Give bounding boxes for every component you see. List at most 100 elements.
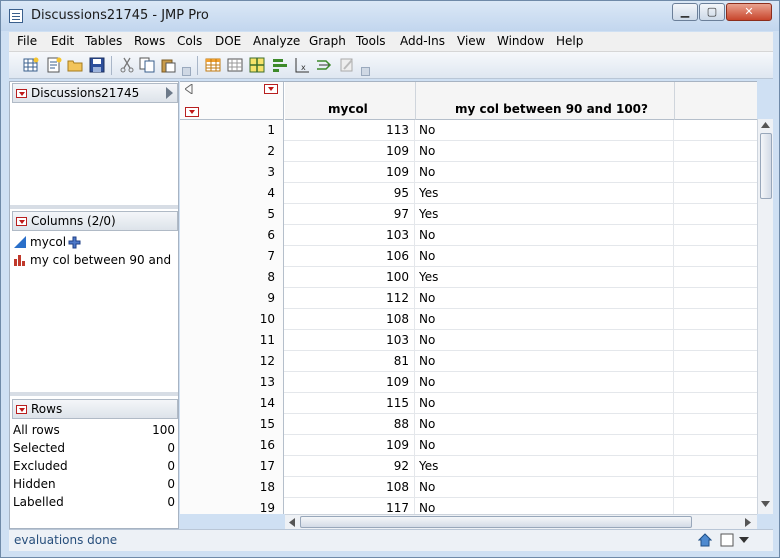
cell-between[interactable]: No bbox=[416, 141, 674, 162]
menu-rows[interactable]: Rows bbox=[134, 34, 165, 48]
table-row[interactable]: 12 81 No bbox=[180, 351, 757, 372]
cell-between[interactable]: No bbox=[416, 372, 674, 393]
column-header-empty[interactable] bbox=[675, 82, 757, 120]
row-number[interactable]: 12 bbox=[180, 351, 284, 372]
rows-menu-icon[interactable] bbox=[185, 107, 199, 117]
cell-between[interactable]: No bbox=[416, 288, 674, 309]
menu-help[interactable]: Help bbox=[556, 34, 583, 48]
cell-between[interactable]: Yes bbox=[416, 267, 674, 288]
row-number[interactable]: 3 bbox=[180, 162, 284, 183]
cell-mycol[interactable]: 108 bbox=[285, 309, 415, 330]
cell-between[interactable]: No bbox=[416, 351, 674, 372]
row-number[interactable]: 1 bbox=[180, 120, 284, 141]
column-header-between[interactable]: my col between 90 and 100? bbox=[416, 82, 675, 120]
cell-mycol[interactable]: 106 bbox=[285, 246, 415, 267]
row-number[interactable]: 4 bbox=[180, 183, 284, 204]
red-triangle-menu-icon[interactable] bbox=[16, 217, 27, 226]
row-number[interactable]: 14 bbox=[180, 393, 284, 414]
menu-window[interactable]: Window bbox=[497, 34, 544, 48]
menu-add-ins[interactable]: Add-Ins bbox=[400, 34, 445, 48]
cell-between[interactable]: No bbox=[416, 498, 674, 514]
column-item-mycol[interactable]: mycol bbox=[14, 234, 174, 251]
cell-between[interactable]: Yes bbox=[416, 183, 674, 204]
open-icon[interactable] bbox=[67, 57, 83, 73]
toolbar-grip[interactable] bbox=[182, 67, 191, 76]
table-row[interactable]: 2 109 No bbox=[180, 141, 757, 162]
table-panel-header[interactable]: Discussions21745 bbox=[12, 83, 178, 103]
column-item-between[interactable]: my col between 90 and 1 bbox=[14, 252, 174, 269]
table-row[interactable]: 19 117 No bbox=[180, 498, 757, 514]
table-row[interactable]: 15 88 No bbox=[180, 414, 757, 435]
cell-between[interactable]: No bbox=[416, 330, 674, 351]
table-row[interactable]: 9 112 No bbox=[180, 288, 757, 309]
cell-mycol[interactable]: 92 bbox=[285, 456, 415, 477]
cell-mycol[interactable]: 95 bbox=[285, 183, 415, 204]
horizontal-scroll-thumb[interactable] bbox=[300, 516, 692, 528]
window-list-icon[interactable] bbox=[720, 533, 734, 547]
cell-mycol[interactable]: 88 bbox=[285, 414, 415, 435]
row-number[interactable]: 13 bbox=[180, 372, 284, 393]
row-number[interactable]: 5 bbox=[180, 204, 284, 225]
cell-mycol[interactable]: 112 bbox=[285, 288, 415, 309]
cell-between[interactable]: Yes bbox=[416, 204, 674, 225]
new-table-icon[interactable] bbox=[23, 57, 39, 73]
vertical-scrollbar[interactable] bbox=[757, 119, 773, 514]
chevron-down-icon[interactable] bbox=[739, 537, 749, 543]
table-row[interactable]: 8 100 Yes bbox=[180, 267, 757, 288]
copy-icon[interactable] bbox=[139, 57, 155, 73]
rows-panel-header[interactable]: Rows bbox=[12, 399, 178, 419]
cell-between[interactable]: No bbox=[416, 162, 674, 183]
minimize-button[interactable]: ▁ bbox=[672, 3, 698, 21]
row-number[interactable]: 8 bbox=[180, 267, 284, 288]
column-header-mycol[interactable]: mycol bbox=[285, 82, 416, 120]
rows-stat-all[interactable]: All rows 100 bbox=[13, 422, 175, 440]
table-row[interactable]: 7 106 No bbox=[180, 246, 757, 267]
row-number[interactable]: 7 bbox=[180, 246, 284, 267]
row-number[interactable]: 16 bbox=[180, 435, 284, 456]
red-triangle-menu-icon[interactable] bbox=[16, 89, 27, 98]
cell-between[interactable]: No bbox=[416, 393, 674, 414]
table-row[interactable]: 3 109 No bbox=[180, 162, 757, 183]
menu-file[interactable]: File bbox=[17, 34, 37, 48]
collapse-panel-icon[interactable] bbox=[166, 87, 173, 99]
cell-between[interactable]: No bbox=[416, 225, 674, 246]
cell-mycol[interactable]: 113 bbox=[285, 120, 415, 141]
row-number[interactable]: 10 bbox=[180, 309, 284, 330]
table-row[interactable]: 13 109 No bbox=[180, 372, 757, 393]
cell-mycol[interactable]: 109 bbox=[285, 372, 415, 393]
cell-mycol[interactable]: 97 bbox=[285, 204, 415, 225]
cell-mycol[interactable]: 103 bbox=[285, 225, 415, 246]
maximize-button[interactable]: ▢ bbox=[699, 3, 725, 21]
cell-mycol[interactable]: 109 bbox=[285, 435, 415, 456]
menu-tables[interactable]: Tables bbox=[85, 34, 122, 48]
table-row[interactable]: 5 97 Yes bbox=[180, 204, 757, 225]
row-number[interactable]: 2 bbox=[180, 141, 284, 162]
row-number[interactable]: 6 bbox=[180, 225, 284, 246]
table-row[interactable]: 10 108 No bbox=[180, 309, 757, 330]
cell-between[interactable]: No bbox=[416, 309, 674, 330]
cell-between[interactable]: No bbox=[416, 120, 674, 141]
vertical-scroll-thumb[interactable] bbox=[760, 133, 772, 199]
cut-icon[interactable] bbox=[119, 57, 135, 73]
rows-stat-hidden[interactable]: Hidden 0 bbox=[13, 476, 175, 494]
save-icon[interactable] bbox=[89, 57, 105, 73]
cell-mycol[interactable]: 109 bbox=[285, 141, 415, 162]
table-row[interactable]: 6 103 No bbox=[180, 225, 757, 246]
cell-between[interactable]: No bbox=[416, 246, 674, 267]
menu-tools[interactable]: Tools bbox=[356, 34, 386, 48]
new-script-icon[interactable] bbox=[46, 57, 62, 73]
menu-edit[interactable]: Edit bbox=[51, 34, 74, 48]
data-table-icon[interactable] bbox=[205, 57, 221, 73]
close-button[interactable]: ✕ bbox=[726, 3, 772, 21]
scroll-right-icon[interactable] bbox=[745, 518, 751, 527]
row-number[interactable]: 15 bbox=[180, 414, 284, 435]
rows-stat-labelled[interactable]: Labelled 0 bbox=[13, 494, 175, 512]
table-row[interactable]: 11 103 No bbox=[180, 330, 757, 351]
scroll-left-icon[interactable] bbox=[289, 518, 295, 527]
tabulate-icon[interactable] bbox=[227, 57, 243, 73]
panel-splitter[interactable] bbox=[10, 392, 178, 396]
menu-view[interactable]: View bbox=[457, 34, 485, 48]
grid-corner[interactable] bbox=[180, 82, 284, 120]
horizontal-scrollbar[interactable] bbox=[285, 514, 757, 529]
cell-mycol[interactable]: 81 bbox=[285, 351, 415, 372]
